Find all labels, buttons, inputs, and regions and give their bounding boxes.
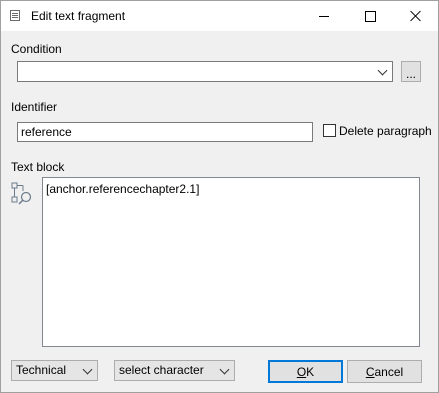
chevron-down-icon xyxy=(219,364,230,375)
tree-search-icon[interactable] xyxy=(11,182,35,206)
mode-select[interactable]: Technical xyxy=(11,360,98,381)
text-block-editor[interactable]: [anchor.referencechapter2.1] xyxy=(42,177,420,347)
chevron-down-icon xyxy=(82,364,93,375)
character-select-value: select character xyxy=(119,363,204,377)
cancel-label-rest: ancel xyxy=(374,364,404,379)
window-title: Edit text fragment xyxy=(31,9,126,23)
close-icon xyxy=(410,10,422,22)
edit-text-fragment-dialog: Edit text fragment Condition ... Identif… xyxy=(0,0,439,393)
dialog-icon xyxy=(10,10,20,21)
title-bar[interactable]: Edit text fragment xyxy=(1,1,438,31)
ok-label-rest: K xyxy=(306,364,315,379)
delete-paragraph-label[interactable]: Delete paragraph xyxy=(339,124,432,138)
ok-mnemonic: O xyxy=(296,364,307,379)
ok-button[interactable]: OK xyxy=(268,360,343,383)
text-block-label: Text block xyxy=(11,160,65,174)
condition-browse-button[interactable]: ... xyxy=(401,61,421,82)
condition-label: Condition xyxy=(11,42,62,56)
identifier-label: Identifier xyxy=(11,100,58,114)
minimize-button[interactable] xyxy=(301,1,347,31)
minimize-icon xyxy=(319,15,329,17)
condition-combobox[interactable] xyxy=(17,61,393,82)
text-block-content: [anchor.referencechapter2.1] xyxy=(46,182,200,196)
delete-paragraph-checkbox[interactable] xyxy=(323,124,336,137)
mode-select-value: Technical xyxy=(16,363,67,377)
cancel-button[interactable]: Cancel xyxy=(347,360,422,383)
close-button[interactable] xyxy=(393,1,439,31)
cancel-mnemonic: C xyxy=(365,364,375,379)
maximize-icon xyxy=(364,10,376,22)
chevron-down-icon xyxy=(377,65,388,76)
identifier-input[interactable]: reference xyxy=(17,122,313,142)
maximize-button[interactable] xyxy=(347,1,393,31)
character-select[interactable]: select character xyxy=(114,360,235,381)
